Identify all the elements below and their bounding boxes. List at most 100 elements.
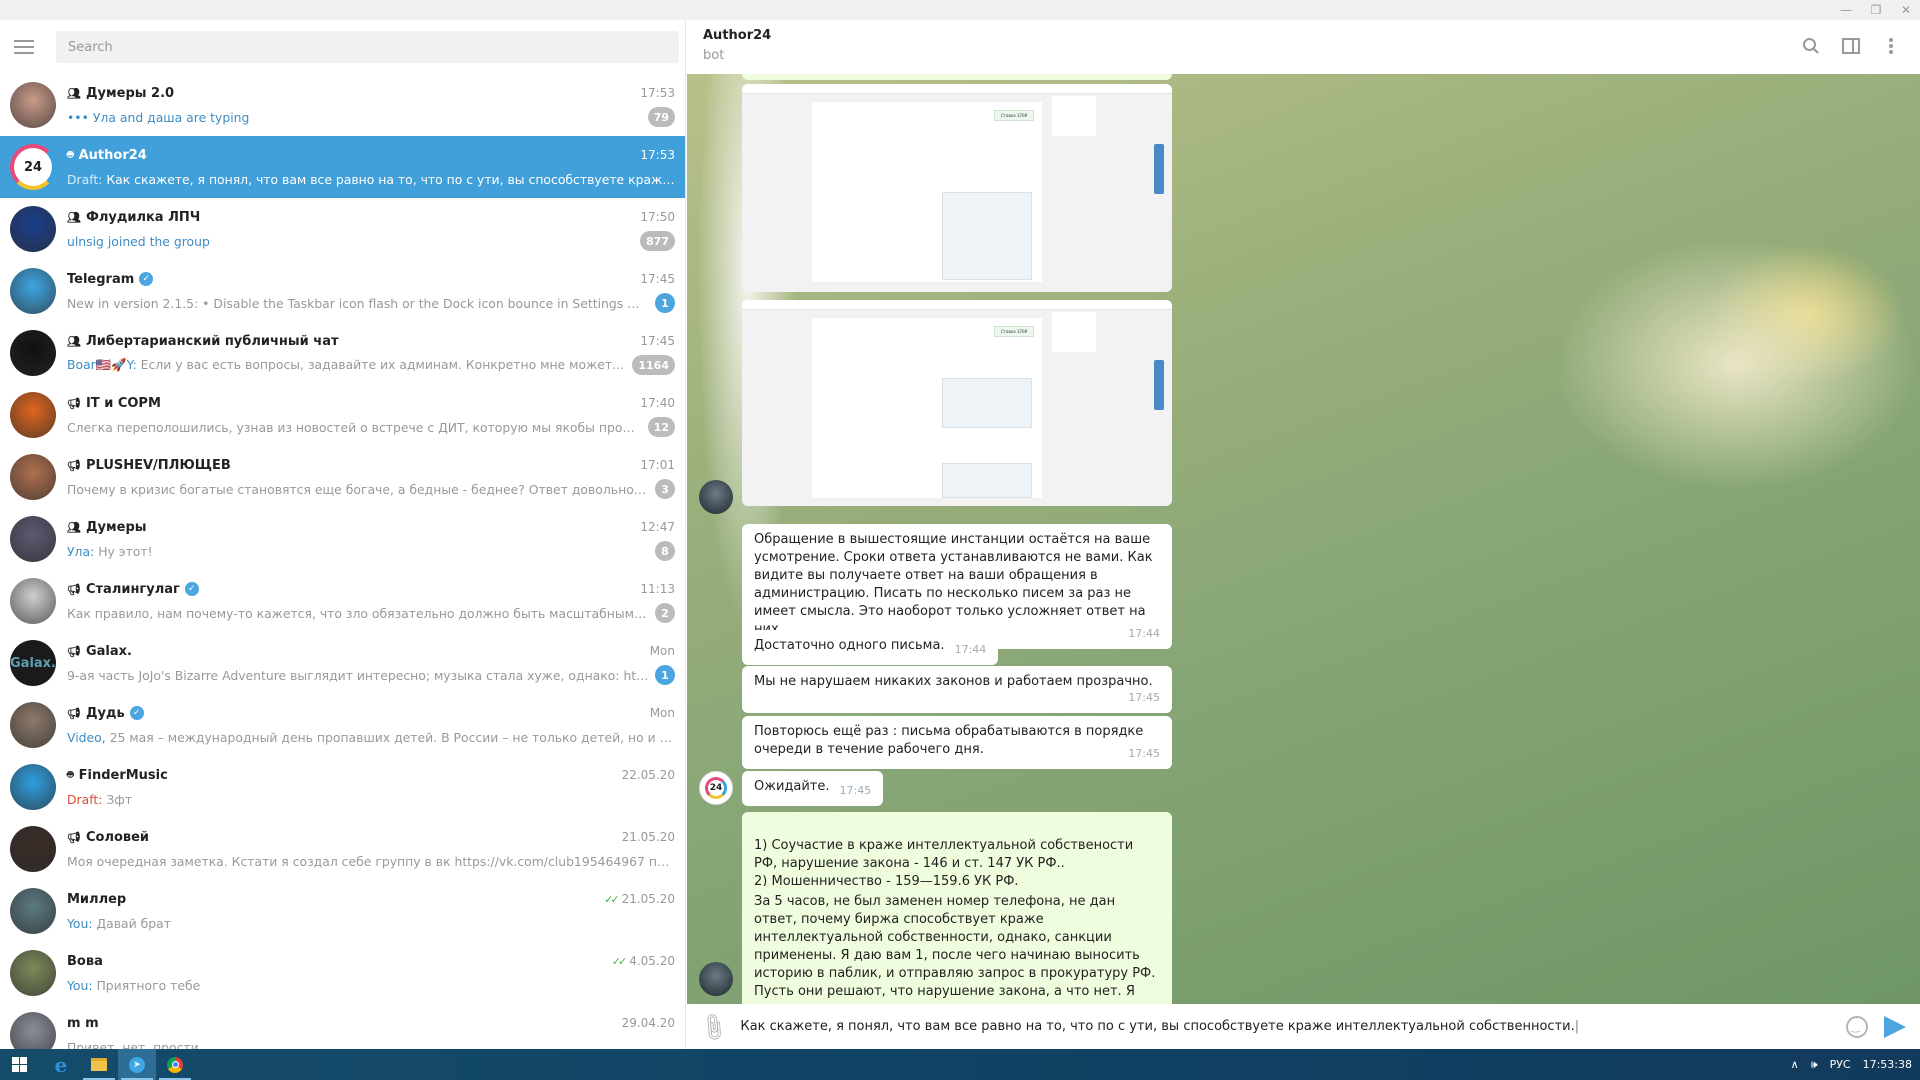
chat-item-preview-row: ulnsig joined the group 877: [67, 230, 675, 252]
message-list[interactable]: Ставка 370₽ Ставка 370₽ Обращение в выше…: [687, 64, 1920, 1016]
chat-name: Вова: [67, 953, 103, 969]
avatar: 24: [10, 144, 56, 190]
chat-item-time: ✓✓ 4.05.20: [612, 954, 675, 968]
language-indicator[interactable]: РУС: [1830, 1058, 1851, 1071]
tray-chevron-icon[interactable]: ∧: [1791, 1058, 1799, 1071]
unread-badge: 2: [655, 603, 675, 623]
send-icon[interactable]: [1884, 1015, 1906, 1038]
chat-name: Либертарианский публичный чат: [85, 333, 339, 349]
chat-item-preview-row: Как правило, нам почему-то кажется, что …: [67, 602, 675, 624]
chat-list-item[interactable]: 📢︎ Сталингулаг ✓ 11:13 Как правило, нам поче…: [0, 570, 685, 632]
chat-list-item[interactable]: m m 29.04.20 Привет, нет, прости: [0, 1004, 685, 1049]
start-button[interactable]: [0, 1049, 38, 1080]
chat-list-item[interactable]: 📢︎ IT и СОРМ 17:40 Слегка переполошились, у…: [0, 384, 685, 446]
unread-badge: 8: [655, 541, 675, 561]
avatar: [10, 764, 56, 810]
group-icon: 👥︎: [67, 334, 81, 348]
message-input[interactable]: Как скажете, я понял, что вам все равно …: [740, 1019, 1846, 1034]
volume-icon[interactable]: 🕪: [1811, 1058, 1818, 1072]
chat-item-title: 📢︎ Galax.: [67, 644, 650, 659]
chat-item-header: Вова ✓✓ 4.05.20: [67, 950, 675, 972]
avatar: Galax.: [10, 640, 56, 686]
chat-item-time: 17:50: [640, 210, 675, 224]
chat-name: FinderMusic: [78, 767, 168, 783]
chat-item-title: 👥︎ Флудилка ЛПЧ: [67, 210, 640, 225]
preview-prefix: Draft:: [67, 791, 107, 807]
chat-title[interactable]: Author24: [703, 28, 1904, 43]
screenshot-stake-label: Ставка 370₽: [994, 326, 1034, 337]
avatar: [10, 392, 56, 438]
screenshot-sidebar: [1052, 96, 1096, 136]
time-value: 22.05.20: [621, 768, 675, 782]
image-message[interactable]: Ставка 370₽: [742, 84, 1172, 292]
chat-header-actions: [1802, 36, 1900, 56]
screenshot-sidebar: [1052, 312, 1096, 352]
avatar: [10, 578, 56, 624]
chat-item-title: 📢︎ Сталингулаг ✓: [67, 582, 640, 597]
chat-item-body: 🤖︎ FinderMusic 22.05.20 Draft: Зфт: [67, 764, 685, 810]
search-icon[interactable]: [1802, 36, 1820, 56]
close-button[interactable]: ✕: [1898, 3, 1914, 17]
emoji-icon[interactable]: [1846, 1015, 1868, 1038]
group-icon: 👥︎: [67, 210, 81, 224]
chat-item-preview: Как правило, нам почему-то кажется, что …: [67, 606, 649, 621]
chat-item-body: m m 29.04.20 Привет, нет, прости: [67, 1012, 685, 1050]
file-explorer-taskbar-button[interactable]: [80, 1049, 118, 1080]
minimize-button[interactable]: —: [1838, 3, 1854, 17]
telegram-taskbar-button[interactable]: ➤: [118, 1049, 156, 1080]
avatar: [10, 702, 56, 748]
chat-list-item[interactable]: Вова ✓✓ 4.05.20 You: Приятного тебе: [0, 942, 685, 1004]
avatar: [10, 888, 56, 934]
chat-list-item[interactable]: Galax. 📢︎ Galax. Mon 9-ая часть JoJo's Bizar…: [0, 632, 685, 694]
chat-item-body: Telegram ✓ 17:45 New in version 2.1.5: • Di…: [67, 268, 685, 314]
chat-item-preview: Boar🇺🇸🚀Y: Если у вас есть вопросы, задав…: [67, 357, 626, 373]
chat-list-item[interactable]: 👥︎ Думеры 12:47 Ула: Ну этот! 8: [0, 508, 685, 570]
chat-item-title: 🤖︎ FinderMusic: [67, 768, 622, 783]
chat-subtitle: bot: [703, 48, 725, 63]
more-vertical-icon[interactable]: [1882, 36, 1900, 56]
chat-list-item[interactable]: Telegram ✓ 17:45 New in version 2.1.5: • Di…: [0, 260, 685, 322]
maximize-button[interactable]: ❐: [1868, 3, 1884, 17]
time-value: 21.05.20: [621, 830, 675, 844]
message-text: За 5 часов, не был заменен номер телефон…: [754, 894, 1156, 1016]
bot-icon: 🤖︎: [67, 767, 74, 781]
chat-item-body: 📢︎ Сталингулаг ✓ 11:13 Как правило, нам поче…: [67, 578, 685, 624]
unread-badge: 79: [647, 107, 675, 127]
message-bubble: Достаточно одного письма. 17:44: [742, 630, 999, 665]
chat-list-item[interactable]: 📢︎ Соловей 21.05.20 Моя очередная заметка. …: [0, 818, 685, 880]
chat-list-item[interactable]: 24 🤖︎ Author24 17:53 Draft: Как скажете, я п…: [0, 136, 685, 198]
chat-list-item[interactable]: 🤖︎ FinderMusic 22.05.20 Draft: Зфт: [0, 756, 685, 818]
verified-icon: ✓: [139, 272, 154, 286]
chat-item-preview: Draft: Как скажете, я понял, что вам все…: [67, 172, 675, 187]
chat-item-preview-row: Boar🇺🇸🚀Y: Если у вас есть вопросы, задав…: [67, 354, 675, 376]
chat-item-body: 👥︎ Либертарианский публичный чат 17:45 Boar…: [67, 330, 685, 376]
menu-icon[interactable]: [14, 40, 34, 54]
search-input[interactable]: [56, 31, 679, 63]
chat-item-body: 📢︎ PLUSHEV/ПЛЮЩЕВ 17:01 Почему в кризис бог…: [67, 454, 685, 500]
chat-item-preview: Моя очередная заметка. Кстати я создал с…: [67, 854, 675, 869]
avatar: [10, 826, 56, 872]
chat-item-body: 📢︎ IT и СОРМ 17:40 Слегка переполошились, у…: [67, 392, 685, 438]
message-text: Повторюсь ещё раз : письма обрабатываютс…: [754, 724, 1144, 757]
chat-item-header: 🤖︎ FinderMusic 22.05.20: [67, 764, 675, 786]
image-message[interactable]: Ставка 370₽: [742, 300, 1172, 506]
chat-name: Соловей: [85, 829, 150, 845]
chat-list-item[interactable]: 📢︎ PLUSHEV/ПЛЮЩЕВ 17:01 Почему в кризис бог…: [0, 446, 685, 508]
author24-avatar[interactable]: 24: [699, 771, 733, 805]
chat-list-item[interactable]: 👥︎ Либертарианский публичный чат 17:45 Boar…: [0, 322, 685, 384]
attach-icon[interactable]: 📎︎: [696, 1009, 731, 1044]
chat-item-title: 📢︎ Дудь ✓: [67, 706, 650, 721]
preview-text: 9-ая часть JoJo's Bizarre Adventure выгл…: [67, 667, 649, 683]
clock[interactable]: 17:53:38: [1863, 1058, 1912, 1071]
system-tray: ∧ 🕪 РУС 17:53:38: [1791, 1049, 1912, 1080]
chat-list-item[interactable]: 👥︎ Флудилка ЛПЧ 17:50 ulnsig joined the gro…: [0, 198, 685, 260]
chrome-taskbar-button[interactable]: [156, 1049, 194, 1080]
sidebar-toggle-icon[interactable]: [1842, 36, 1860, 56]
own-avatar[interactable]: [699, 962, 733, 996]
chat-item-time: 17:01: [640, 458, 675, 472]
sender-avatar[interactable]: [699, 480, 733, 514]
chat-list-item[interactable]: 👥︎ Думеры 2.0 17:53 ••• Ула and даша are ty…: [0, 74, 685, 136]
chat-list-item[interactable]: Миллер ✓✓ 21.05.20 You: Давай брат: [0, 880, 685, 942]
edge-taskbar-button[interactable]: e: [42, 1049, 80, 1080]
chat-list-item[interactable]: 📢︎ Дудь ✓ Mon Video, 25 мая – международный …: [0, 694, 685, 756]
